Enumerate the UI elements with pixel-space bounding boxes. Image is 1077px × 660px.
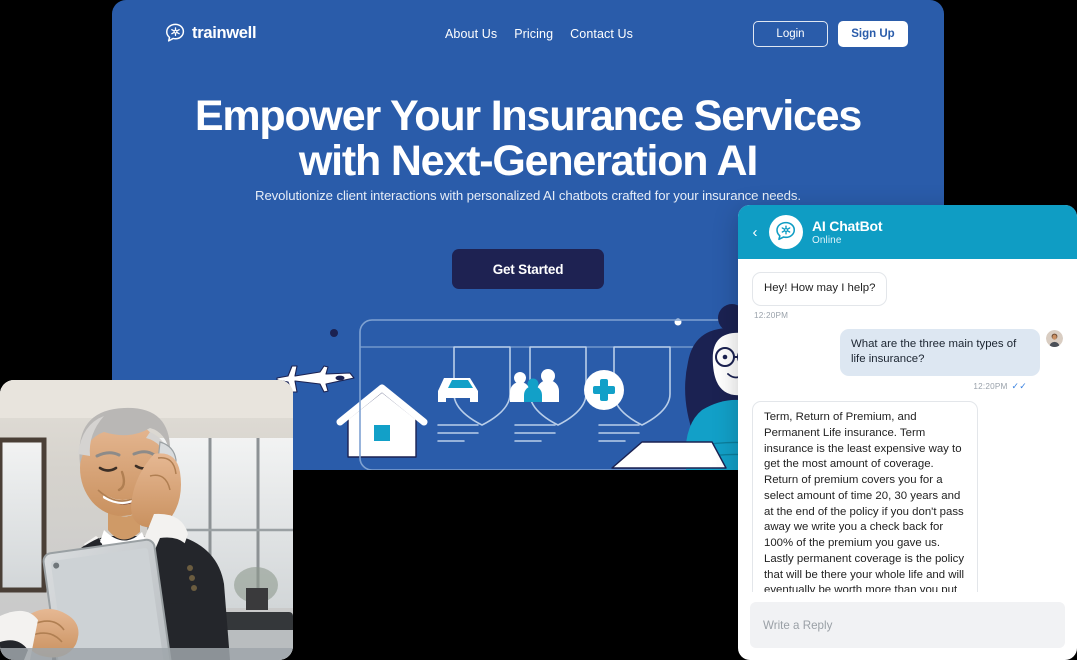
page-title: Empower Your Insurance Services with Nex…: [112, 94, 944, 183]
message-timestamp: 12:20PM ✓✓: [754, 381, 1027, 392]
login-button[interactable]: Login: [753, 21, 828, 47]
chat-composer: [738, 592, 1077, 660]
brand-name: trainwell: [192, 24, 257, 42]
nav-actions: Login Sign Up: [753, 21, 908, 47]
avatar: [769, 215, 803, 249]
chat-message-bot: Hey! How may I help?: [752, 272, 1063, 306]
nav-link-contact-us[interactable]: Contact Us: [570, 27, 633, 41]
medical-cross-shield-icon: [584, 346, 671, 442]
reply-input[interactable]: [750, 602, 1065, 648]
headline-line-1: Empower Your Insurance Services: [194, 92, 862, 140]
chat-message-list[interactable]: Hey! How may I help? 12:20PM What are th…: [738, 259, 1077, 592]
car-shield-icon: [437, 346, 511, 442]
brand-logo[interactable]: trainwell: [165, 23, 257, 44]
nav-links: About Us Pricing Contact Us: [445, 27, 633, 41]
deco-dot-icon: [330, 329, 338, 337]
nav-link-pricing[interactable]: Pricing: [514, 27, 553, 41]
screenshot-root: trainwell About Us Pricing Contact Us Lo…: [0, 0, 1077, 660]
page-subtitle: Revolutionize client interactions with p…: [255, 188, 801, 203]
businessman-on-phone-with-tablet-photo: [0, 380, 293, 660]
chat-title: AI ChatBot: [812, 218, 883, 235]
chat-message-user: What are the three main types of life in…: [752, 328, 1063, 377]
message-timestamp: 12:20PM: [754, 310, 789, 320]
chat-header: ‹ AI ChatBot Online: [738, 205, 1077, 259]
headline-line-2: with Next-Generation AI: [298, 136, 758, 185]
get-started-button[interactable]: Get Started: [452, 249, 604, 289]
ai-chatbot-widget: ‹ AI ChatBot Online Hey! How may I help?…: [738, 205, 1077, 660]
house-icon: [336, 384, 428, 458]
signup-button[interactable]: Sign Up: [838, 21, 908, 47]
read-receipt-check-icon: ✓✓: [1011, 381, 1027, 392]
timestamp-text: 12:20PM: [973, 382, 1008, 392]
message-bubble: What are the three main types of life in…: [840, 328, 1040, 377]
status-badge: Online: [812, 234, 842, 246]
site-navbar: trainwell About Us Pricing Contact Us Lo…: [112, 0, 944, 68]
trainwell-asterisk-logo-icon: [776, 221, 796, 241]
trainwell-asterisk-logo-icon: [165, 23, 186, 44]
nav-link-about-us[interactable]: About Us: [445, 27, 497, 41]
family-shield-icon: [510, 346, 587, 442]
chat-message-bot: Term, Return of Premium, and Permanent L…: [752, 401, 1063, 592]
chat-identity: AI ChatBot Online: [812, 218, 883, 246]
avatar: [1046, 329, 1063, 347]
chevron-left-icon[interactable]: ‹: [750, 225, 760, 240]
message-bubble: Hey! How may I help?: [752, 272, 888, 306]
message-bubble: Term, Return of Premium, and Permanent L…: [752, 401, 978, 592]
